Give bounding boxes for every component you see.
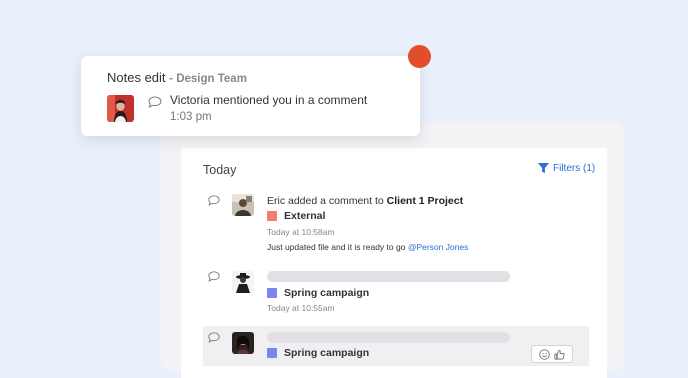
tag-color-swatch [267, 211, 277, 221]
thumbs-up-icon[interactable] [554, 349, 565, 360]
filters-button[interactable]: Filters (1) [538, 163, 595, 174]
activity-text: Eric added a comment to Client 1 Project [267, 195, 464, 207]
filter-icon [538, 163, 549, 174]
comment-bubble-icon [208, 195, 220, 206]
tag-external: External [267, 210, 325, 222]
smiley-icon[interactable] [539, 348, 550, 360]
comment-bubble-icon [208, 332, 220, 343]
mention-link[interactable]: @Person Jones [408, 242, 469, 252]
notification-team: - Design Team [169, 73, 247, 85]
comment-detail: Just updated file and it is ready to go … [267, 242, 469, 252]
tag-label: External [284, 210, 326, 222]
notification-title: Notes edit - Design Team [107, 70, 247, 85]
comment-bubble-icon [148, 96, 162, 108]
tag-spring-campaign: Spring campaign [267, 347, 369, 359]
feed-heading: Today [203, 163, 237, 177]
timestamp: Today at 10:55am [267, 303, 335, 313]
notification-message: Victoria mentioned you in a comment [170, 93, 368, 107]
victoria-avatar [107, 95, 134, 122]
tag-color-swatch [267, 288, 277, 298]
eric-avatar [232, 194, 254, 216]
reaction-toolbar [531, 345, 573, 363]
tag-color-swatch [267, 348, 277, 358]
user-avatar [232, 271, 254, 293]
timestamp: Today at 10:58am [267, 227, 335, 237]
notification-time: 1:03 pm [170, 111, 212, 123]
unread-indicator-dot [408, 45, 431, 68]
filters-label: Filters (1) [553, 163, 596, 174]
tag-spring-campaign: Spring campaign [267, 287, 369, 299]
tag-label: Spring campaign [284, 287, 370, 299]
text-placeholder-bar [267, 332, 510, 343]
comment-bubble-icon [208, 271, 220, 282]
text-placeholder-bar [267, 271, 510, 282]
tag-label: Spring campaign [284, 347, 370, 359]
user-avatar [232, 332, 254, 354]
